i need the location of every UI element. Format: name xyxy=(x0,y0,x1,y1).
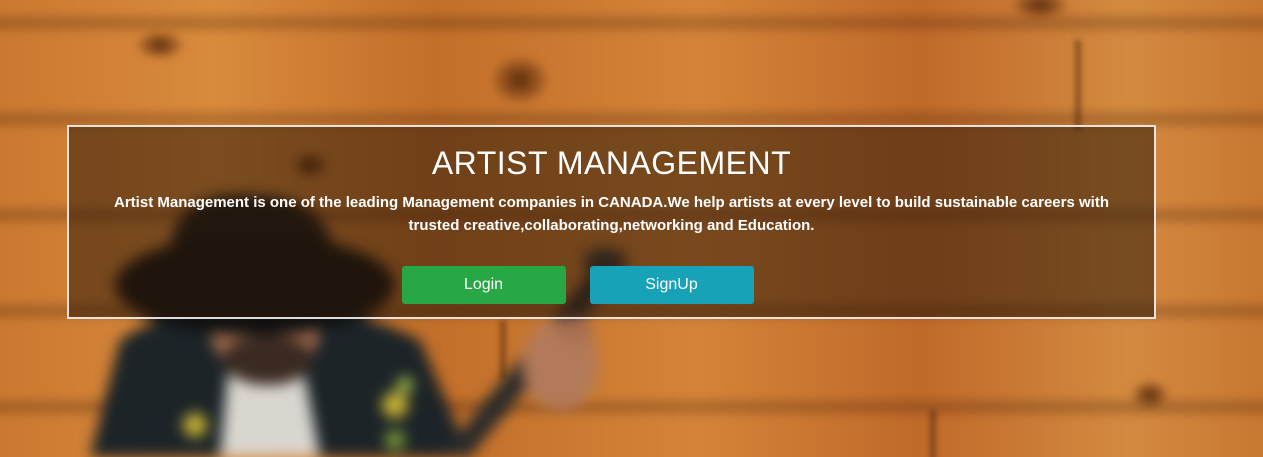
login-button[interactable]: Login xyxy=(401,266,566,304)
signup-button[interactable]: SignUp xyxy=(589,266,754,304)
hero-section: ARTIST MANAGEMENT Artist Management is o… xyxy=(0,0,1263,457)
plank-seam xyxy=(1075,40,1081,130)
wood-knot xyxy=(1130,380,1170,410)
plank-seam xyxy=(930,410,936,457)
intro-description: Artist Management is one of the leading … xyxy=(114,194,1109,234)
intro-panel: ARTIST MANAGEMENT Artist Management is o… xyxy=(67,125,1156,319)
plank-seam xyxy=(500,320,506,380)
wood-knot xyxy=(490,55,550,105)
auth-buttons: Login SignUp xyxy=(69,266,1154,304)
wood-knot xyxy=(135,30,185,60)
page-title: ARTIST MANAGEMENT xyxy=(431,145,792,181)
